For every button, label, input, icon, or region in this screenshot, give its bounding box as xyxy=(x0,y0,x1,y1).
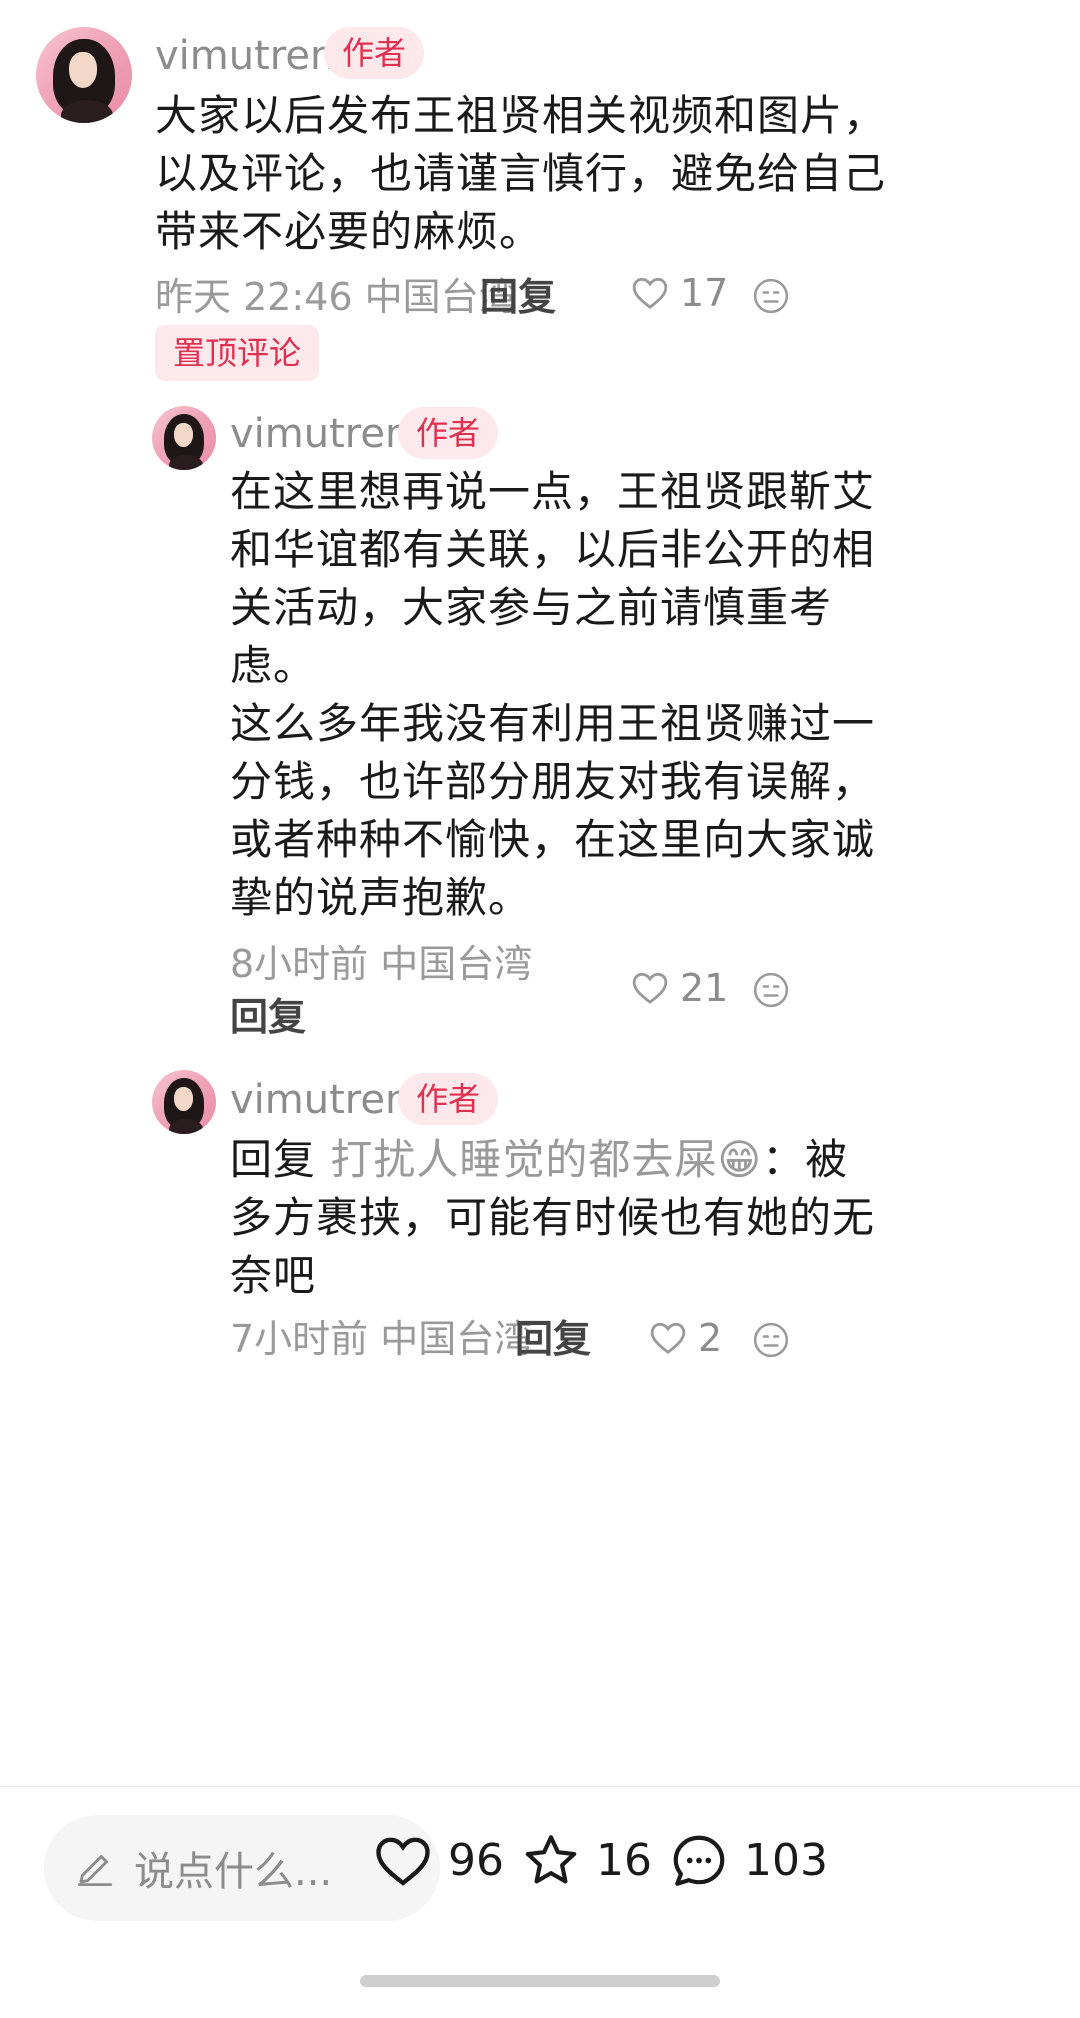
comment-username[interactable]: vimutrent xyxy=(230,1080,426,1120)
reply-button[interactable]: 回复 xyxy=(230,998,306,1036)
comment-count: 103 xyxy=(744,1835,828,1886)
meh-face-icon[interactable] xyxy=(752,971,790,1009)
comment-text: 在这里想再说一点，王祖贤跟靳艾 和华谊都有关联，以后非公开的相 关活动，大家参与… xyxy=(230,467,876,922)
comment-button[interactable]: 103 xyxy=(668,1830,828,1892)
heart-icon xyxy=(650,1322,686,1354)
mentioned-user[interactable]: 打扰人睡觉的都去屎😁 xyxy=(330,1135,762,1184)
like-post-button[interactable]: 96 xyxy=(372,1830,504,1892)
reply-button[interactable]: 回复 xyxy=(480,278,556,316)
favorite-count: 16 xyxy=(596,1835,652,1886)
like-button[interactable]: 17 xyxy=(630,273,728,313)
avatar[interactable] xyxy=(152,1070,216,1134)
comment-text-rest: 多方裹挟，可能有时候也有她的无 奈吧 xyxy=(230,1193,876,1300)
meh-face-icon[interactable] xyxy=(752,1321,790,1359)
edit-pen-icon xyxy=(77,1855,113,1887)
home-indicator[interactable] xyxy=(360,1975,720,1987)
like-count: 21 xyxy=(680,966,729,1010)
comment-username[interactable]: vimutrent xyxy=(155,36,351,76)
comment-bubble-icon xyxy=(673,1835,725,1886)
author-badge: 作者 xyxy=(324,27,425,79)
reply-prefix: 回复 xyxy=(230,1135,317,1184)
avatar[interactable] xyxy=(36,27,132,123)
reply-button[interactable]: 回复 xyxy=(515,1320,591,1358)
comment-time: 7小时前 中国台湾 xyxy=(230,1317,533,1361)
pinned-badge: 置顶评论 xyxy=(155,325,320,381)
like-post-count: 96 xyxy=(448,1835,504,1886)
like-count: 17 xyxy=(680,271,729,315)
heart-icon xyxy=(376,1837,430,1886)
comment-username[interactable]: vimutrent xyxy=(230,414,426,454)
comment-text-continued: ：被 xyxy=(762,1135,849,1184)
star-icon xyxy=(525,1835,577,1884)
author-badge: 作者 xyxy=(398,1073,499,1125)
comment-time: 昨天 22:46 中国台湾 xyxy=(155,275,517,319)
author-badge: 作者 xyxy=(398,407,499,459)
heart-icon xyxy=(632,277,668,309)
comment-time: 8小时前 中国台湾 xyxy=(230,942,533,986)
comment-input-placeholder: 说点什么... xyxy=(134,1849,333,1895)
favorite-button[interactable]: 16 xyxy=(520,1830,652,1892)
like-count: 2 xyxy=(698,1316,723,1360)
comment-text: 回复 打扰人睡觉的都去屎😁：被 多方裹挟，可能有时候也有她的无 奈吧 xyxy=(230,1131,1050,1305)
comment-text: 大家以后发布王祖贤相关视频和图片， 以及评论，也请谨言慎行，避免给自己 带来不必… xyxy=(155,91,887,256)
meh-face-icon[interactable] xyxy=(752,277,790,315)
bottom-bar-divider xyxy=(0,1786,1080,1787)
heart-icon xyxy=(632,972,668,1004)
like-button[interactable]: 2 xyxy=(648,1318,722,1358)
like-button[interactable]: 21 xyxy=(630,968,728,1008)
avatar[interactable] xyxy=(152,406,216,470)
